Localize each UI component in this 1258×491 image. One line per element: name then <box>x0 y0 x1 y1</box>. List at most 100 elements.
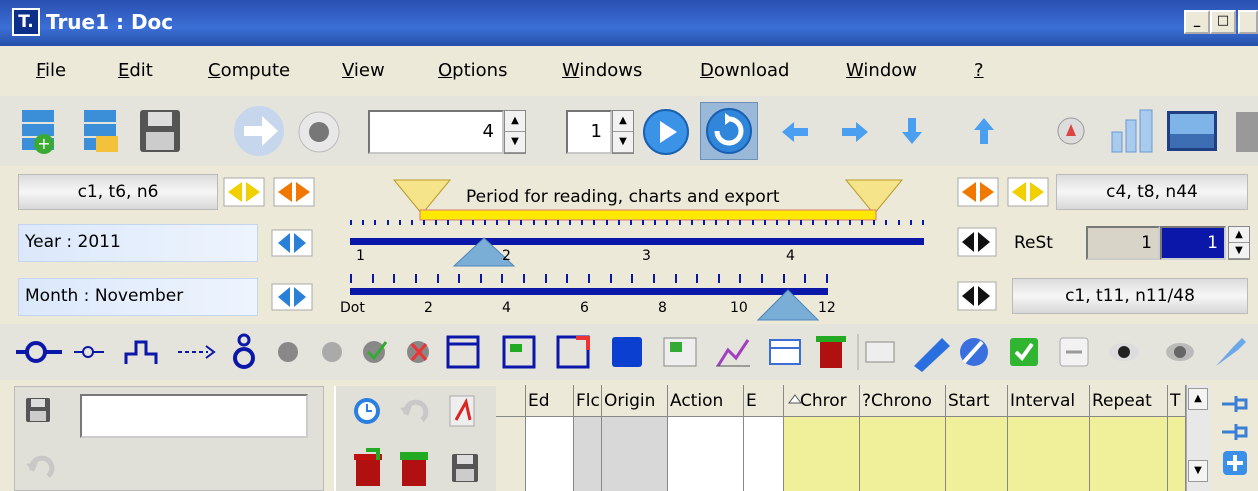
grid-cell[interactable] <box>1008 417 1090 491</box>
text-input[interactable] <box>80 394 308 438</box>
open-database-icon[interactable] <box>82 106 118 156</box>
menu-windows[interactable]: Windows <box>562 58 642 84</box>
node-tool-icon[interactable] <box>16 332 66 372</box>
pencil-icon[interactable] <box>912 332 952 372</box>
rest-spinner[interactable]: ▲ ▼ <box>1228 226 1250 260</box>
grid-cell[interactable] <box>602 417 668 491</box>
picture-icon[interactable] <box>1166 110 1218 152</box>
rest-value-1[interactable]: 1 <box>1086 226 1160 260</box>
menu-download[interactable]: Download <box>700 58 790 84</box>
col-e[interactable]: E <box>744 385 784 417</box>
col-ed[interactable]: Ed <box>526 385 574 417</box>
grid-cell[interactable] <box>1168 417 1186 491</box>
compass-icon[interactable] <box>1056 116 1086 146</box>
scroll-down-button[interactable]: ▼ <box>1188 460 1208 482</box>
arrow-left-icon[interactable] <box>780 118 810 146</box>
menu-help[interactable]: ? <box>974 58 984 84</box>
window-export-icon[interactable] <box>556 332 596 372</box>
period-start-arrows[interactable] <box>220 176 320 208</box>
period-end-arrows[interactable] <box>956 176 1056 208</box>
add-icon[interactable] <box>1222 450 1248 476</box>
arrow-up-icon[interactable] <box>970 116 998 146</box>
window-green-icon[interactable] <box>502 332 542 372</box>
grid-cell[interactable] <box>574 417 602 491</box>
pdf-icon[interactable] <box>446 394 480 428</box>
scroll-up-button[interactable]: ▲ <box>1188 388 1208 410</box>
menu-view[interactable]: View <box>342 58 385 84</box>
link-tool-icon[interactable] <box>174 332 218 372</box>
clock-icon[interactable] <box>352 396 382 426</box>
undo-disabled-icon[interactable] <box>24 452 56 482</box>
col-flc[interactable]: Flc <box>574 385 602 417</box>
gear-remove-icon[interactable] <box>404 332 444 372</box>
close-button[interactable] <box>1238 10 1258 34</box>
weight-tool-icon[interactable] <box>230 332 270 372</box>
small-save-icon-2[interactable] <box>450 452 480 484</box>
year-arrows[interactable] <box>270 228 318 258</box>
grid-cell[interactable] <box>784 417 860 491</box>
menu-file[interactable]: File <box>36 58 66 84</box>
menu-edit[interactable]: Edit <box>118 58 153 84</box>
arrow-right-icon[interactable] <box>840 118 870 146</box>
eye-icon[interactable] <box>1104 332 1144 372</box>
pin-icon[interactable] <box>1212 332 1252 372</box>
grid-cell[interactable] <box>946 417 1008 491</box>
play-icon[interactable] <box>642 108 690 156</box>
col-start[interactable]: Start <box>946 385 1008 417</box>
col-t[interactable]: T <box>1168 385 1186 417</box>
edit-circle-icon[interactable] <box>958 332 994 372</box>
table-icon[interactable] <box>768 332 808 372</box>
grid-cell[interactable] <box>668 417 744 491</box>
gear-icon[interactable] <box>274 332 314 372</box>
window-icon[interactable] <box>446 332 486 372</box>
rest-arrows[interactable] <box>956 226 1000 258</box>
grid-cell[interactable] <box>526 417 574 491</box>
eye-gray-icon[interactable] <box>1160 332 1200 372</box>
small-node-tool-icon[interactable] <box>72 332 112 372</box>
trash-icon[interactable] <box>814 332 854 372</box>
count-spinner[interactable]: ▲ ▼ <box>504 110 526 154</box>
bar-chart-icon[interactable] <box>1110 108 1154 154</box>
month-slider-thumb[interactable] <box>756 288 820 322</box>
record-icon[interactable] <box>296 110 342 154</box>
undo-icon[interactable] <box>396 396 430 426</box>
gear-check-icon[interactable] <box>360 332 400 372</box>
minimize-button[interactable]: _ <box>1184 10 1210 34</box>
col-origin[interactable]: Origin <box>602 385 668 417</box>
rest-value-2[interactable]: 1 <box>1160 226 1226 260</box>
more-toolbar-icon[interactable] <box>1236 112 1258 152</box>
menu-options[interactable]: Options <box>438 58 507 84</box>
small-save-icon[interactable] <box>24 396 52 424</box>
trash-green-icon[interactable] <box>398 448 430 488</box>
month-arrows[interactable] <box>270 282 318 312</box>
grid-corner-icon[interactable] <box>496 385 526 417</box>
pin-right-icon[interactable] <box>1218 392 1250 416</box>
col-repeat[interactable]: Repeat <box>1090 385 1168 417</box>
export-icon[interactable] <box>662 332 702 372</box>
col-interval[interactable]: Interval <box>1008 385 1090 417</box>
step-spinner[interactable]: ▲ ▼ <box>612 110 634 154</box>
menu-compute[interactable]: Compute <box>208 58 290 84</box>
grid-cell[interactable] <box>860 417 946 491</box>
structure-tool-icon[interactable] <box>124 332 164 372</box>
input-field-icon[interactable] <box>864 332 904 372</box>
count-input[interactable]: 4 <box>368 110 504 154</box>
minus-box-icon[interactable] <box>1058 332 1098 372</box>
menu-window[interactable]: Window <box>846 58 917 84</box>
step-input[interactable]: 1 <box>566 110 612 154</box>
col-chrono[interactable]: ?Chrono <box>860 385 946 417</box>
col-action[interactable]: Action <box>668 385 744 417</box>
save-icon[interactable] <box>138 108 182 154</box>
line-chart-icon[interactable] <box>716 332 756 372</box>
filled-window-icon[interactable] <box>610 332 650 372</box>
gear-alt-icon[interactable] <box>318 332 358 372</box>
pin-right-icon-2[interactable] <box>1218 420 1250 444</box>
bottom-right-arrows[interactable] <box>956 280 1000 312</box>
grid-cell[interactable] <box>744 417 784 491</box>
new-database-icon[interactable]: + <box>20 106 56 156</box>
checkbox-checked-icon[interactable] <box>1008 332 1048 372</box>
grid-cell[interactable] <box>1090 417 1168 491</box>
maximize-button[interactable]: □ <box>1210 10 1236 34</box>
arrow-down-icon[interactable] <box>898 116 926 146</box>
trash-export-icon[interactable] <box>352 448 384 488</box>
